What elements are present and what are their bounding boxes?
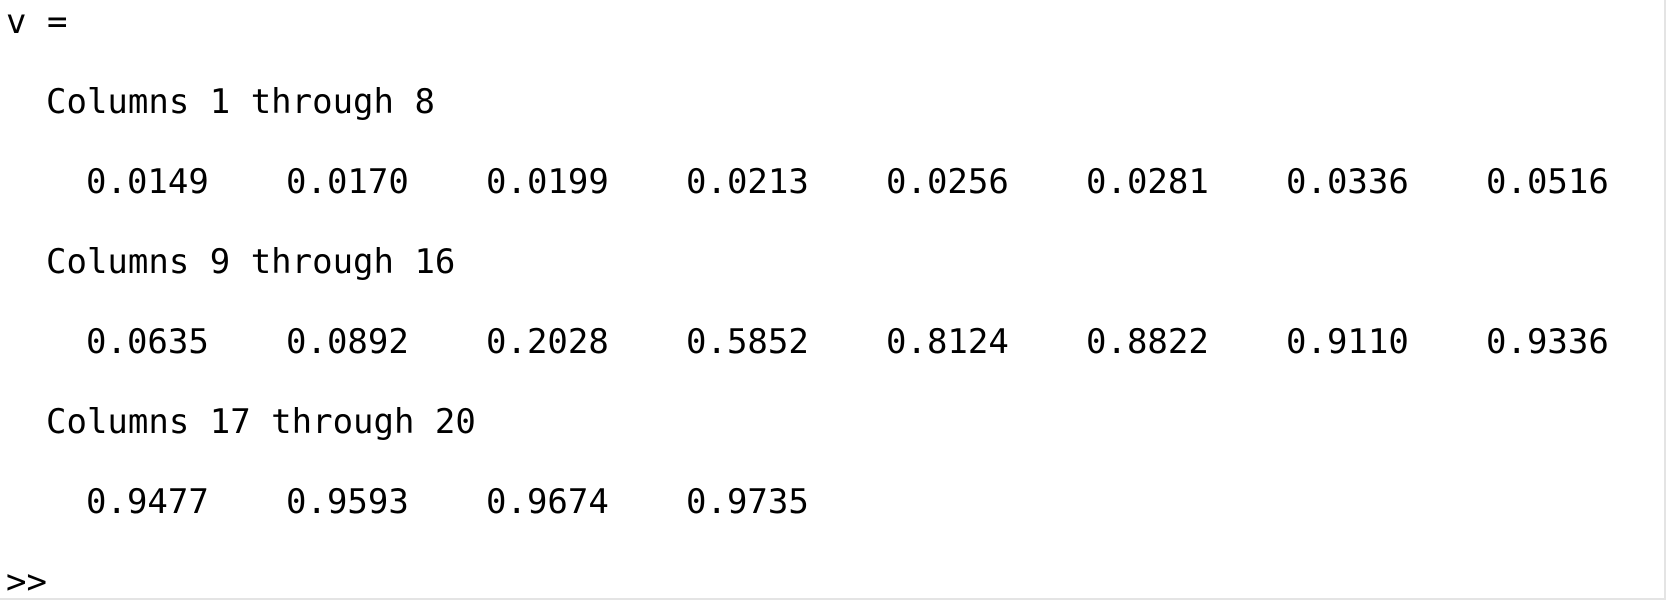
value-cell: 0.0213 [686,162,809,202]
value-cell: 0.2028 [486,322,609,362]
value-cell: 0.0635 [86,322,209,362]
value-cell: 0.8822 [1086,322,1209,362]
columns-header: Columns 1 through 8 [46,82,435,122]
value-cell: 0.9336 [1486,322,1609,362]
command-prompt-line[interactable]: >> [6,562,1547,602]
value-cell: 0.0170 [286,162,409,202]
columns-header: Columns 9 through 16 [46,242,456,282]
command-input[interactable] [46,562,1547,602]
command-window[interactable]: v = Columns 1 through 8 0.0149 0.0170 0.… [0,0,1666,602]
value-cell: 0.0892 [286,322,409,362]
value-cell: 0.9110 [1286,322,1409,362]
columns-header: Columns 17 through 20 [46,402,476,442]
values-row: 0.0149 0.0170 0.0199 0.0213 0.0256 0.028… [0,162,1666,202]
value-cell: 0.0256 [886,162,1009,202]
value-cell: 0.9477 [86,482,209,522]
value-cell: 0.8124 [886,322,1009,362]
value-cell: 0.0199 [486,162,609,202]
values-row: 0.9477 0.9593 0.9674 0.9735 [0,482,1666,522]
variable-name-line: v = [6,2,68,42]
prompt-symbol: >> [6,562,47,602]
value-cell: 0.0149 [86,162,209,202]
value-cell: 0.5852 [686,322,809,362]
value-cell: 0.0516 [1486,162,1609,202]
value-cell: 0.9593 [286,482,409,522]
value-cell: 0.9735 [686,482,809,522]
value-cell: 0.0336 [1286,162,1409,202]
values-row: 0.0635 0.0892 0.2028 0.5852 0.8124 0.882… [0,322,1666,362]
value-cell: 0.0281 [1086,162,1209,202]
value-cell: 0.9674 [486,482,609,522]
